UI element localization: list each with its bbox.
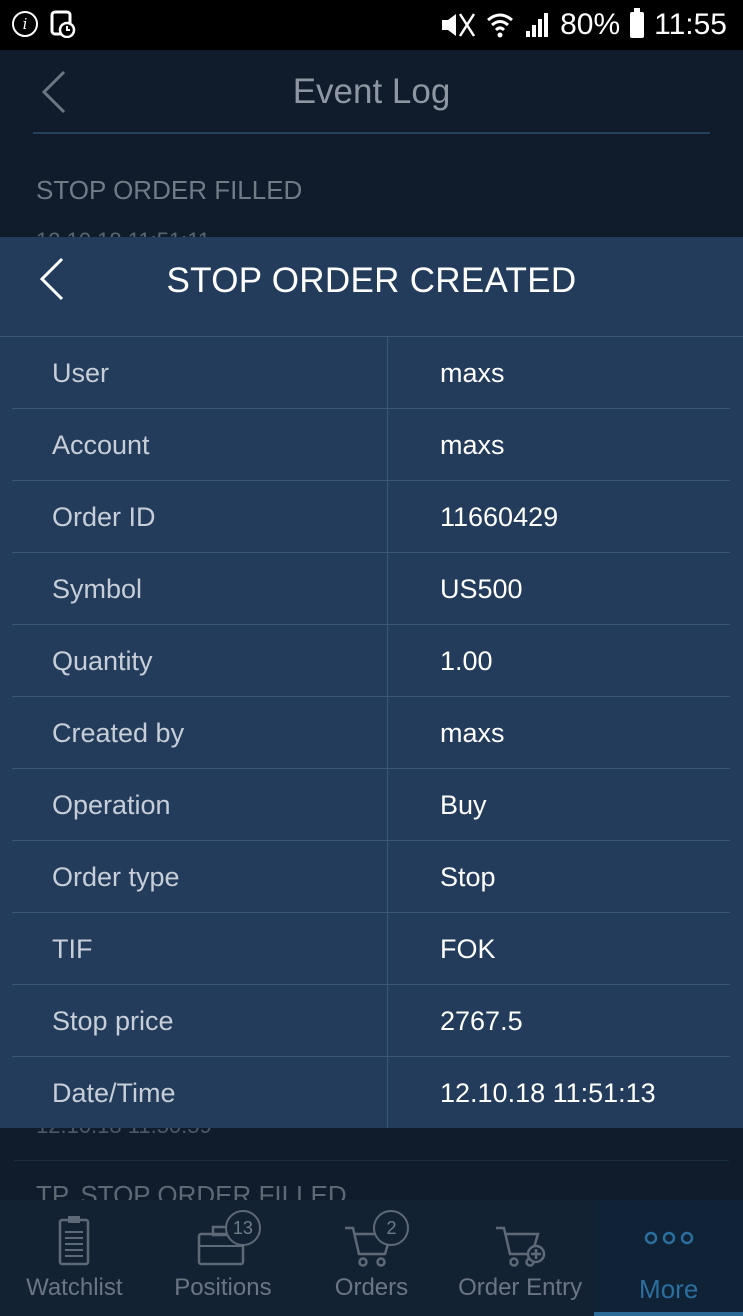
wifi-icon [487,13,514,38]
field-label: Stop price [52,1006,174,1036]
event-details-modal: STOP ORDER CREATED User maxs Account max… [0,237,743,1128]
positions-count-badge: 13 [224,1210,261,1246]
battery-percent: 80% [560,8,621,41]
status-bar: i 80% 11:55 [0,0,743,50]
field-value: maxs [440,430,505,460]
more-dots-icon [644,1231,693,1245]
table-row: Operation Buy [12,769,730,841]
table-row: Date/Time 12.10.18 11:51:13 [12,1057,730,1128]
tab-label: Watchlist [26,1274,123,1301]
tab-label: Order Entry [458,1274,583,1301]
battery-icon [630,8,645,38]
table-row: Order ID 11660429 [12,481,730,553]
tab-orders[interactable]: 2 Orders [297,1200,446,1316]
tab-label: Positions [174,1274,272,1301]
field-value: Stop [440,862,496,892]
modal-title: STOP ORDER CREATED [166,261,577,300]
table-row: Created by maxs [12,697,730,769]
tab-label: Orders [334,1274,409,1301]
table-row: User maxs [12,337,730,409]
details-table: User maxs Account maxs Order ID 11660429… [12,337,730,1128]
tab-label: More [639,1274,699,1304]
field-label: Quantity [52,646,153,676]
field-label: TIF [52,934,93,964]
clock: 11:55 [654,8,727,41]
field-label: Symbol [52,574,143,604]
field-value: 2767.5 [440,1006,523,1036]
cart-plus-icon [496,1226,546,1267]
table-row: Quantity 1.00 [12,625,730,697]
mute-icon [442,13,476,37]
bottom-tab-bar: Watchlist 13 Positions 2 Orders Order En… [0,1200,743,1316]
tab-watchlist[interactable]: Watchlist [0,1200,149,1316]
field-value: 12.10.18 11:51:13 [440,1078,656,1108]
table-row: Stop price 2767.5 [12,985,730,1057]
table-row: TIF FOK [12,913,730,985]
clipboard-icon [59,1216,90,1266]
modal-header: STOP ORDER CREATED [0,237,743,337]
field-label: Created by [52,718,185,748]
field-label: Operation [52,790,171,820]
header-divider [33,132,710,134]
table-row: Order type Stop [12,841,730,913]
event-title[interactable]: STOP ORDER FILLED [36,175,302,206]
field-label: Account [52,430,150,460]
field-value: US500 [440,574,523,604]
table-row: Symbol US500 [12,553,730,625]
field-value: FOK [440,934,496,964]
page-title: Event Log [292,72,451,111]
tab-more[interactable]: More [594,1200,743,1316]
field-label: User [52,358,110,388]
tab-positions[interactable]: 13 Positions [149,1200,298,1316]
list-divider [14,1160,729,1161]
page-header: Event Log [0,50,743,134]
field-value: Buy [440,790,487,820]
orders-count-badge: 2 [373,1210,410,1246]
field-value: maxs [440,358,505,388]
info-icon: i [12,11,38,37]
field-value: 11660429 [440,502,559,532]
app-notification-icon [50,10,76,38]
tab-order-entry[interactable]: Order Entry [446,1200,595,1316]
signal-icon [526,13,549,37]
field-label: Order type [52,862,180,892]
table-row: Account maxs [12,409,730,481]
field-label: Date/Time [52,1078,176,1108]
field-label: Order ID [52,502,156,532]
field-value: 1.00 [440,646,493,676]
field-value: maxs [440,718,505,748]
